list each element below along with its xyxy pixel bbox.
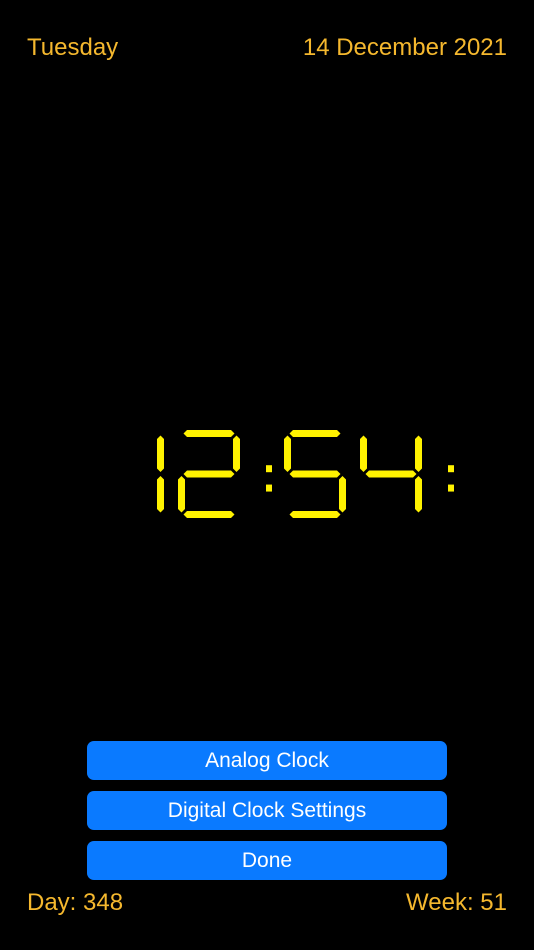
digit-segment	[289, 430, 341, 437]
digital-clock-display	[157, 430, 454, 518]
digit-segment	[289, 470, 341, 478]
digit-segment	[284, 435, 291, 472]
done-button[interactable]: Done	[87, 841, 447, 880]
digit-segment	[360, 435, 367, 472]
digit-segment	[183, 430, 235, 437]
weekday-label: Tuesday	[27, 34, 119, 61]
date-label: 14 December 2021	[302, 34, 507, 61]
colon-dot	[266, 484, 272, 492]
digital-clock	[100, 426, 464, 524]
clock-digit	[284, 430, 346, 518]
digit-segment	[289, 511, 341, 518]
digit-segment	[339, 476, 346, 513]
digit-segment	[183, 511, 235, 518]
week-of-year-label: Week: 51	[406, 889, 507, 916]
digit-segment	[157, 476, 164, 513]
colon-dot	[448, 465, 454, 473]
clock-digit	[360, 435, 422, 513]
digit-segment	[365, 470, 417, 478]
digit-segment	[183, 470, 235, 478]
clock-digit	[157, 435, 164, 513]
colon-dot	[448, 484, 454, 492]
digit-segment	[415, 476, 422, 513]
colon-dot	[266, 465, 272, 473]
clock-digit	[178, 430, 240, 518]
digit-segment	[415, 435, 422, 472]
analog-clock-button[interactable]: Analog Clock	[87, 741, 447, 780]
digit-segment	[178, 476, 185, 513]
digital-clock-settings-button[interactable]: Digital Clock Settings	[87, 791, 447, 830]
digit-segment	[233, 435, 240, 472]
day-of-year-label: Day: 348	[27, 889, 124, 916]
digit-segment	[157, 435, 164, 472]
